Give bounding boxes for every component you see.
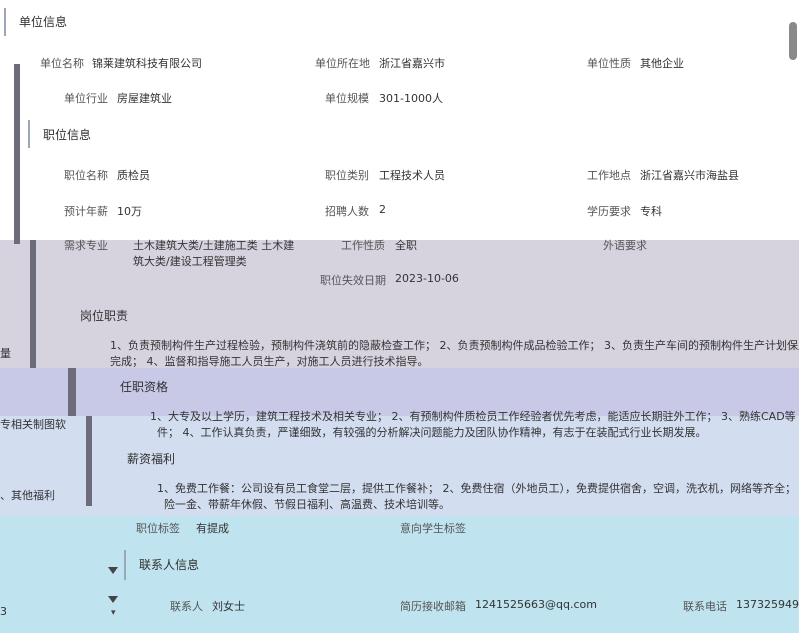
- qualification-line1: 1、大专及以上学历，建筑工程技术及相关专业； 2、有预制构件质检员工作经验者优先…: [150, 410, 796, 423]
- job-major-value-line2: 筑大类/建设工程管理类: [133, 255, 247, 268]
- scrollbar[interactable]: [787, 0, 799, 633]
- job-major-label: 需求专业: [64, 239, 108, 252]
- contact-section-title: 联系人信息: [139, 558, 200, 572]
- job-nature-label: 工作性质: [341, 239, 385, 252]
- section-accent: [28, 120, 30, 148]
- job-headcount-value: 2: [379, 203, 386, 216]
- job-expire-value: 2023-10-06: [395, 272, 459, 285]
- unit-industry-value: 房屋建筑业: [117, 92, 172, 105]
- side-fragment: 专相关制图软: [0, 418, 66, 431]
- unit-section-title: 单位信息: [19, 15, 68, 29]
- duties-line1: 1、负责预制构件生产过程检验，预制构件浇筑前的隐蔽检查工作； 2、负责预制构件成…: [110, 339, 799, 352]
- job-edu-label: 学历要求: [587, 205, 631, 218]
- job-category-value: 工程技术人员: [379, 169, 445, 182]
- student-tag-label: 意向学生标签: [400, 522, 466, 535]
- unit-location-label: 单位所在地: [315, 57, 370, 70]
- unit-industry-label: 单位行业: [64, 92, 108, 105]
- qualification-line2: 件； 4、工作认真负责，严谨细致，有较强的分析解决问题能力及团队协作精神，有志于…: [157, 426, 707, 439]
- duties-line2: 完成； 4、监督和指导施工人员生产，对施工人员进行技术指导。: [110, 355, 429, 368]
- job-name-label: 职位名称: [64, 169, 108, 182]
- benefits-line2: 险一金、带薪年休假、节假日福利、高温费、技术培训等。: [164, 498, 450, 511]
- job-major-value-line1: 土木建筑大类/土建施工类 土木建: [133, 239, 295, 252]
- unit-nature-label: 单位性质: [587, 57, 631, 70]
- benefits-line1: 1、免费工作餐：公司设有员工食堂二层，提供工作餐补； 2、免费住宿（外地员工），…: [157, 482, 796, 495]
- job-name-value: 质检员: [117, 169, 150, 182]
- section-accent: [4, 8, 6, 36]
- job-nature-value: 全职: [395, 239, 417, 252]
- side-fragment: 3: [0, 605, 7, 618]
- contact-phone-label: 联系电话: [683, 600, 727, 613]
- contact-person-label: 联系人: [170, 600, 203, 613]
- job-place-value: 浙江省嘉兴市海盐县: [640, 169, 739, 182]
- job-place-label: 工作地点: [587, 169, 631, 182]
- side-fragment: 量: [0, 347, 11, 360]
- job-language-label: 外语要求: [603, 239, 647, 252]
- job-edu-value: 专科: [640, 205, 662, 218]
- job-headcount-label: 招聘人数: [325, 205, 369, 218]
- unit-name-value: 锦莱建筑科技有限公司: [92, 57, 202, 70]
- contact-phone-value: 13732594968: [736, 598, 799, 611]
- unit-location-value: 浙江省嘉兴市: [379, 57, 445, 70]
- overlay-bar: [68, 368, 76, 416]
- expand-arrow-icon[interactable]: [108, 596, 118, 603]
- job-salary-label: 预计年薪: [64, 205, 108, 218]
- unit-scale-value: 301-1000人: [379, 92, 443, 105]
- contact-email-value: 1241525663@qq.com: [475, 598, 597, 611]
- benefits-title: 薪资福利: [127, 452, 176, 466]
- small-down-icon: ▾: [111, 608, 116, 618]
- contact-email-label: 简历接收邮箱: [400, 600, 466, 613]
- side-fragment: 、其他福利: [0, 489, 55, 502]
- qualification-title: 任职资格: [120, 380, 169, 394]
- job-salary-value: 10万: [117, 205, 142, 218]
- job-tag-label: 职位标签: [136, 522, 180, 535]
- overlay-bar: [14, 64, 20, 244]
- unit-scale-label: 单位规模: [325, 92, 369, 105]
- collapse-arrow-icon[interactable]: [108, 567, 118, 574]
- unit-nature-value: 其他企业: [640, 57, 684, 70]
- section-accent: [124, 550, 126, 580]
- job-expire-label: 职位失效日期: [320, 274, 386, 287]
- job-category-label: 职位类别: [325, 169, 369, 182]
- job-section-title: 职位信息: [43, 128, 92, 142]
- unit-name-label: 单位名称: [40, 57, 84, 70]
- job-tag-value: 有提成: [196, 522, 229, 535]
- duties-title: 岗位职责: [80, 309, 129, 323]
- contact-person-value: 刘女士: [212, 600, 245, 613]
- overlay-bar: [86, 416, 92, 506]
- scrollbar-thumb[interactable]: [789, 22, 797, 60]
- overlay-bar: [30, 240, 36, 368]
